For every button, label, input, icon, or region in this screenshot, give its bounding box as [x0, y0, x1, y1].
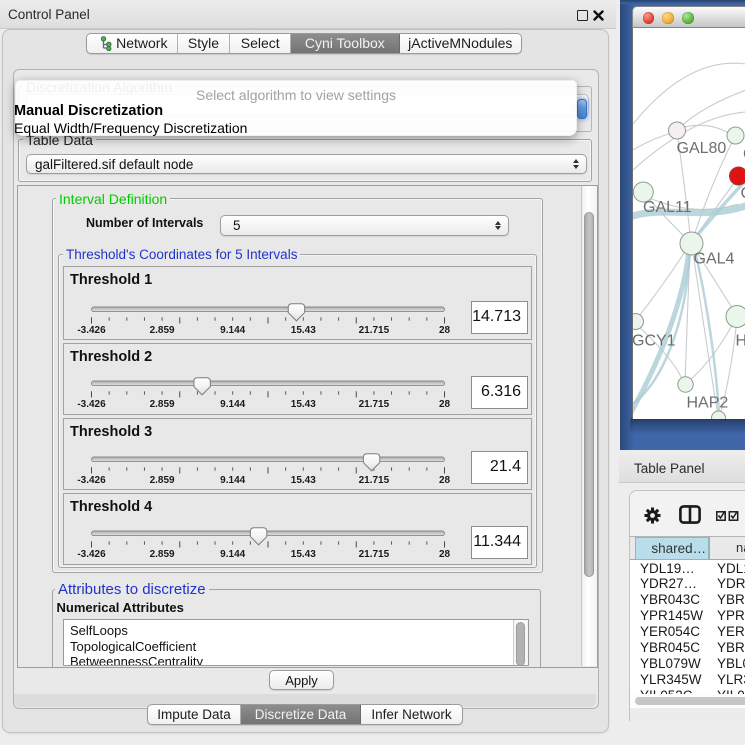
svg-text:2.859: 2.859 [150, 475, 175, 486]
svg-text:28: 28 [439, 400, 451, 411]
svg-text:2.859: 2.859 [150, 325, 175, 336]
svg-text:15.43: 15.43 [291, 400, 316, 411]
svg-text:HA: HA [735, 332, 745, 349]
svg-text:-3.426: -3.426 [77, 475, 106, 486]
svg-text:15.43: 15.43 [291, 475, 316, 486]
svg-text:GAL80: GAL80 [676, 140, 726, 157]
svg-text:15.43: 15.43 [291, 325, 316, 336]
svg-text:-3.426: -3.426 [77, 325, 106, 336]
svg-text:15.43: 15.43 [291, 550, 316, 561]
svg-text:9.144: 9.144 [220, 550, 245, 561]
svg-text:CD: CD [740, 185, 745, 202]
svg-text:GAL11: GAL11 [643, 199, 692, 216]
svg-text:HAP2: HAP2 [686, 394, 728, 411]
svg-text:-3.426: -3.426 [77, 550, 106, 561]
svg-text:9.144: 9.144 [220, 400, 245, 411]
svg-text:28: 28 [439, 325, 451, 336]
svg-text:9.144: 9.144 [220, 475, 245, 486]
svg-text:9.144: 9.144 [220, 325, 245, 336]
svg-text:2.859: 2.859 [150, 400, 175, 411]
svg-text:GAL4: GAL4 [693, 250, 734, 267]
svg-text:2.859: 2.859 [150, 550, 175, 561]
svg-text:21.715: 21.715 [359, 475, 390, 486]
svg-text:GCY1: GCY1 [633, 332, 676, 349]
svg-text:28: 28 [439, 475, 451, 486]
svg-text:21.715: 21.715 [359, 325, 390, 336]
svg-text:21.715: 21.715 [359, 400, 390, 411]
svg-text:28: 28 [439, 550, 451, 561]
svg-text:-3.426: -3.426 [77, 400, 106, 411]
svg-text:21.715: 21.715 [359, 550, 390, 561]
